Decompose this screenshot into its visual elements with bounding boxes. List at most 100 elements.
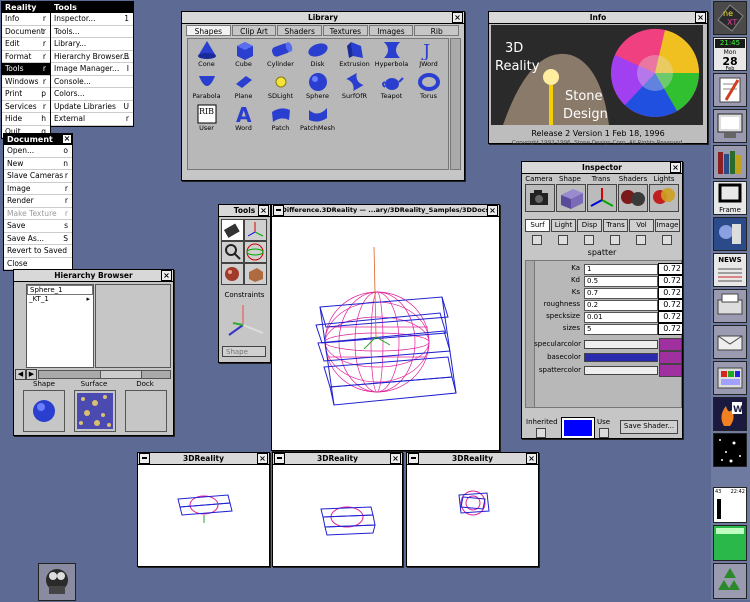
surface-color-swatch[interactable] — [561, 417, 595, 439]
shape-cylinder[interactable]: Cylinder — [262, 39, 299, 71]
param-specksize-field[interactable]: 0.01 — [584, 312, 658, 323]
menu-item-external[interactable]: External r — [51, 113, 133, 126]
dock-printer[interactable] — [713, 289, 747, 323]
spattercolor-swatch[interactable] — [659, 364, 682, 377]
menu-item-services[interactable]: Services r — [2, 101, 50, 113]
tool-zoom[interactable] — [221, 241, 244, 263]
param-ks-value[interactable]: 0.72 — [658, 287, 683, 299]
dock-word[interactable]: W — [713, 397, 747, 431]
param-roughness-field[interactable]: 0.2 — [584, 300, 658, 311]
menu-item-revert[interactable]: Revert to Saved — [4, 245, 72, 258]
library-titlebar[interactable]: Library × — [182, 12, 464, 24]
param-ka-field[interactable]: 1 — [584, 264, 658, 275]
tool-camera[interactable] — [221, 219, 244, 241]
tab-shaders[interactable]: Shaders — [277, 25, 323, 36]
dock-clock[interactable]: 21:45 Mon 28 Feb — [713, 37, 747, 72]
menu-item-edit[interactable]: Edit r — [2, 38, 50, 51]
param-roughness-value[interactable]: 0.72 — [658, 299, 683, 311]
miniaturize-icon[interactable] — [139, 453, 150, 464]
subtab-trans[interactable]: Trans — [603, 219, 628, 232]
menu-item-library[interactable]: Library... — [51, 38, 133, 51]
subtab-surf[interactable]: Surf — [525, 219, 550, 232]
shape-patchmesh[interactable]: PatchMesh — [299, 103, 336, 135]
shape-patch[interactable]: Patch — [262, 103, 299, 135]
tools-titlebar[interactable]: Tools × — [219, 205, 270, 217]
cat-trans[interactable] — [587, 184, 617, 212]
hierarchy-scroll-left[interactable]: ◀ — [15, 369, 26, 380]
surf-checkbox[interactable] — [532, 235, 542, 245]
param-ks-field[interactable]: 0.7 — [584, 288, 658, 299]
cat-shaders[interactable] — [618, 184, 648, 212]
shape-torus[interactable]: Torus — [410, 71, 447, 103]
dock-well[interactable] — [125, 390, 167, 432]
menu-item-make-texture[interactable]: Make Texture r — [4, 208, 72, 220]
cat-lights[interactable] — [649, 184, 679, 212]
shape-teapot[interactable]: Teapot — [373, 71, 410, 103]
shape-cube[interactable]: Cube — [225, 39, 262, 71]
use-checkbox[interactable] — [599, 428, 609, 438]
menu-item-update-libraries[interactable]: Update Libraries U — [51, 101, 133, 113]
vol-checkbox[interactable] — [636, 235, 646, 245]
close-icon[interactable]: × — [161, 270, 172, 281]
shape-sphere[interactable]: Sphere — [299, 71, 336, 103]
menu-item-image-manager[interactable]: Image Manager... I — [51, 63, 133, 76]
inherited-checkbox[interactable] — [536, 428, 546, 438]
param-scrollbar[interactable] — [526, 261, 535, 407]
shape-jword[interactable]: J JWord — [410, 39, 447, 71]
tool-block[interactable] — [244, 263, 267, 285]
tab-images[interactable]: Images — [368, 25, 414, 36]
menu-item-tools-panel[interactable]: Tools... — [51, 26, 133, 38]
spattercolor-well[interactable] — [584, 366, 658, 375]
param-kd-field[interactable]: 0.5 — [584, 276, 658, 287]
menu-item-render[interactable]: Render r — [4, 195, 72, 208]
dock-terminal[interactable] — [713, 109, 747, 143]
shape-plane[interactable]: Plane — [225, 71, 262, 103]
shape-surfofr[interactable]: SurfOfR — [336, 71, 373, 103]
dock-edit[interactable] — [713, 73, 747, 107]
tool-material[interactable] — [221, 263, 244, 285]
shape-word[interactable]: A Word — [225, 103, 262, 135]
menu-item-save-as[interactable]: Save As... S — [4, 233, 72, 245]
close-icon[interactable]: × — [487, 205, 498, 216]
dock-recycler[interactable] — [713, 563, 747, 599]
close-icon[interactable]: × — [63, 135, 71, 143]
miniaturize-icon[interactable] — [274, 453, 285, 464]
shape-cone[interactable]: Cone — [188, 39, 225, 71]
constraints-axes[interactable] — [223, 301, 267, 341]
close-icon[interactable]: × — [390, 453, 401, 464]
shape-hyperbola[interactable]: Hyperbola — [373, 39, 410, 71]
menu-item-document[interactable]: Document r — [2, 26, 50, 38]
dock-space[interactable] — [713, 433, 747, 467]
dock-mail[interactable] — [713, 325, 747, 359]
menu-item-hide[interactable]: Hide h — [2, 113, 50, 126]
library-scrollbar[interactable] — [450, 38, 461, 170]
viewport-3-titlebar[interactable]: 3DReality × — [407, 453, 538, 465]
light-checkbox[interactable] — [558, 235, 568, 245]
subtab-disp[interactable]: Disp — [577, 219, 602, 232]
hierarchy-scroll-right[interactable]: ▶ — [26, 369, 37, 380]
tool-axes[interactable] — [244, 219, 267, 241]
dock-load-meter[interactable]: 43 22:42 — [713, 487, 747, 523]
param-sizes-value[interactable]: 0.72 — [658, 323, 683, 335]
subtab-image[interactable]: Image — [655, 219, 680, 232]
dock-nextstep[interactable]: ne XT — [713, 1, 747, 35]
subtab-light[interactable]: Light — [551, 219, 576, 232]
shape-disk[interactable]: Disk — [299, 39, 336, 71]
hierarchy-scroll-knob[interactable] — [100, 370, 142, 379]
menu-item-inspector[interactable]: Inspector... 1 — [51, 13, 133, 26]
shape-sdlight[interactable]: SDLight — [262, 71, 299, 103]
trans-checkbox[interactable] — [610, 235, 620, 245]
tab-rib[interactable]: Rib — [414, 25, 460, 36]
disp-checkbox[interactable] — [584, 235, 594, 245]
close-icon[interactable]: × — [258, 205, 269, 216]
menu-item-hierarchy-browser[interactable]: Hierarchy Browser... B — [51, 51, 133, 63]
info-titlebar[interactable]: Info × — [489, 12, 707, 24]
basecolor-well[interactable] — [584, 353, 658, 362]
hierarchy-item-kt[interactable]: _KT_1 ▸ — [27, 295, 93, 303]
save-shader-button[interactable]: Save Shader... — [620, 420, 678, 434]
tab-textures[interactable]: Textures — [323, 25, 368, 36]
tool-rotate[interactable] — [244, 241, 267, 263]
specularcolor-swatch[interactable] — [659, 338, 682, 351]
tab-shapes[interactable]: Shapes — [186, 25, 231, 36]
close-icon[interactable]: × — [670, 162, 681, 173]
